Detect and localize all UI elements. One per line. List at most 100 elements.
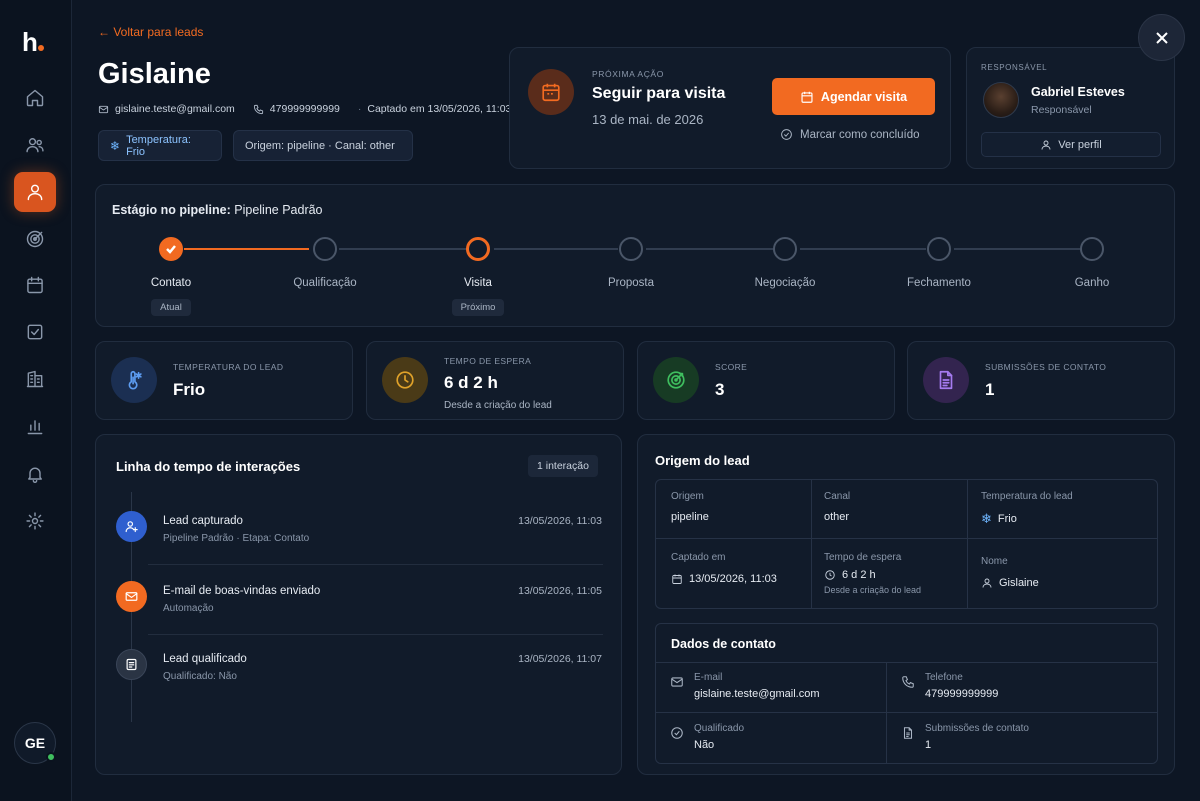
stat-eyebrow: TEMPO DE ESPERA <box>444 356 532 366</box>
field-label: Nome <box>981 556 1008 567</box>
field-value: 13/05/2026, 11:03 <box>671 573 826 585</box>
channel-cell: Canal other <box>824 491 979 523</box>
phone-icon <box>902 676 914 688</box>
stage-next-tag: Próximo <box>451 299 505 316</box>
timeline-item-title: Lead qualificado <box>163 653 247 665</box>
responsible-card: RESPONSÁVEL Gabriel Esteves Responsável … <box>966 47 1175 169</box>
user-initials: GE <box>24 735 46 751</box>
next-action-icon <box>528 69 574 115</box>
stage-pending-marker <box>313 237 337 261</box>
clock-icon <box>396 371 414 389</box>
stage-label: Negociação <box>754 277 816 289</box>
mark-as-done-button[interactable]: Marcar como concluído <box>780 128 920 141</box>
stage-fechamento[interactable]: Fechamento <box>879 237 999 289</box>
field-label: Tempo de espera <box>824 552 902 563</box>
lead-meta-row: gislaine.teste@gmail.com 479999999999 · … <box>98 103 511 115</box>
grid-divider <box>656 662 1157 663</box>
bell-icon <box>28 467 42 483</box>
timeline-item[interactable]: E-mail de boas-vindas enviado Automação … <box>116 581 606 631</box>
stat-eyebrow: SCORE <box>715 362 748 372</box>
field-value: gislaine.teste@gmail.com <box>694 688 820 700</box>
document-icon <box>903 727 913 739</box>
clock-icon <box>825 570 835 580</box>
back-to-leads-link[interactable]: ← Voltar para leads <box>98 25 203 39</box>
grid-divider <box>656 712 1157 713</box>
sidebar: h GE <box>0 0 72 801</box>
user-plus-icon <box>125 521 138 533</box>
next-action-date: 13 de mai. de 2026 <box>592 112 704 127</box>
stage-negociacao[interactable]: Negociação <box>725 237 845 289</box>
sidebar-item-calendar[interactable] <box>14 265 56 305</box>
close-icon <box>1155 31 1168 44</box>
origin-chip-label: Origem: pipeline · Canal: other <box>245 139 395 152</box>
lead-email-text: gislaine.teste@gmail.com <box>115 103 235 115</box>
sidebar-item-targets[interactable] <box>14 219 56 259</box>
stage-contato[interactable]: Contato Atual <box>111 237 231 316</box>
timeline-item[interactable]: Lead qualificado Qualificado: Não 13/05/… <box>116 649 606 699</box>
field-label: Temperatura do lead <box>981 491 1073 502</box>
field-value: 479999999999 <box>925 688 999 700</box>
field-label: Origem <box>671 491 704 502</box>
users-icon <box>26 138 44 153</box>
document-icon-wrap <box>923 357 969 403</box>
sidebar-item-notifications[interactable] <box>14 454 56 494</box>
thermometer-icon-wrap <box>111 357 157 403</box>
check-circle-icon <box>671 727 683 739</box>
temperature-chip: ❄ Temperatura: Frio <box>98 130 222 161</box>
close-button[interactable] <box>1138 14 1185 61</box>
stat-value: 3 <box>715 380 725 399</box>
stage-proposta[interactable]: Proposta <box>571 237 691 289</box>
sidebar-item-companies[interactable] <box>14 359 56 399</box>
calendar-icon <box>27 276 43 294</box>
stat-value: Frio <box>173 380 206 399</box>
contact-title: Dados de contato <box>671 637 776 651</box>
snowflake-icon: ❄ <box>981 511 992 526</box>
timeline-item[interactable]: Lead capturado Pipeline Padrão · Etapa: … <box>116 511 606 561</box>
sidebar-item-home[interactable] <box>14 78 56 118</box>
field-label: Submissões de contato <box>925 723 1029 734</box>
temperature-chip-label: Temperatura: Frio <box>126 133 191 158</box>
check-circle-icon <box>781 129 792 140</box>
stat-score-card: SCORE 3 <box>637 341 895 420</box>
field-label: Canal <box>824 491 851 502</box>
responsible-role: Responsável <box>1031 104 1092 116</box>
timeline-item-subtitle: Automação <box>163 603 214 614</box>
interactions-timeline-card: Linha do tempo de interações 1 interação… <box>95 434 622 775</box>
user-icon <box>982 578 992 588</box>
checkbox-icon <box>27 324 43 340</box>
schedule-visit-label: Agendar visita <box>820 89 908 104</box>
sidebar-item-leads[interactable] <box>14 172 56 212</box>
online-status-indicator <box>46 752 56 762</box>
sidebar-item-users[interactable] <box>14 125 56 165</box>
field-subtext: Desde a criação do lead <box>824 585 922 595</box>
sidebar-item-settings[interactable] <box>14 501 56 541</box>
field-value: 1 <box>925 739 932 751</box>
stage-visita[interactable]: Visita Próximo <box>418 237 538 316</box>
stage-ganho[interactable]: Ganho <box>1032 237 1152 289</box>
bar-chart-icon <box>27 420 43 435</box>
sidebar-item-tasks[interactable] <box>14 312 56 352</box>
pipeline-title: Estágio no pipeline: Pipeline Padrão <box>112 203 323 217</box>
user-avatar[interactable]: GE <box>14 722 56 764</box>
timeline-item-time: 13/05/2026, 11:07 <box>518 653 602 665</box>
stage-label: Contato <box>150 277 192 289</box>
sidebar-item-reports[interactable] <box>14 406 56 446</box>
field-value-text: 6 d 2 h <box>842 569 876 581</box>
field-label: Qualificado <box>694 723 745 734</box>
stage-completed-marker <box>159 237 183 261</box>
stage-qualificacao[interactable]: Qualificação <box>265 237 385 289</box>
stat-temperature-card: TEMPERATURA DO LEAD Frio <box>95 341 353 420</box>
app-logo[interactable]: h <box>22 27 44 58</box>
mail-icon <box>125 592 138 601</box>
calendar-icon <box>801 91 813 103</box>
schedule-visit-button[interactable]: Agendar visita <box>772 78 935 115</box>
grid-divider <box>886 662 887 763</box>
mark-as-done-label: Marcar como concluído <box>800 128 920 141</box>
target-icon <box>26 230 44 248</box>
clock-icon-wrap <box>382 357 428 403</box>
view-profile-button[interactable]: Ver perfil <box>981 132 1161 157</box>
timeline-title: Linha do tempo de interações <box>116 459 301 474</box>
stage-pending-marker <box>1080 237 1104 261</box>
lead-origin-card: Origem do lead Origem pipeline Canal oth… <box>637 434 1175 775</box>
stage-pending-marker <box>619 237 643 261</box>
